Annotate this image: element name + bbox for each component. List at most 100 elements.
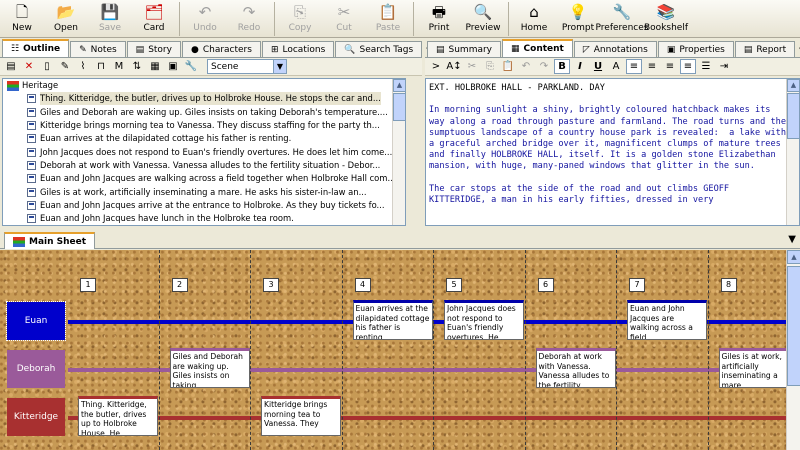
timeline-icon[interactable]: ⊓ [93, 59, 109, 74]
outline-item[interactable]: Euan and John Jacques have lunch in the … [3, 212, 405, 225]
cut-icon[interactable]: ✂ [464, 59, 480, 74]
outline-item[interactable]: John Jacques does not respond to Euan's … [3, 145, 405, 158]
scene-card[interactable]: John Jacques does not respond to Euan's … [444, 300, 524, 340]
scroll-thumb[interactable] [787, 93, 799, 139]
cut-button[interactable]: ✂ Cut [322, 0, 366, 38]
home-button[interactable]: ⌂ Home [512, 0, 556, 38]
card-button[interactable]: 🗂 Card [132, 0, 176, 38]
tab-main-sheet[interactable]: Main Sheet [4, 232, 96, 249]
outline-item[interactable]: Giles is at work, artificially inseminat… [3, 185, 405, 198]
scene-document-icon [27, 107, 36, 117]
justify-icon[interactable]: ≡ [680, 59, 696, 74]
redo-icon[interactable]: ↷ [536, 59, 552, 74]
outline-item[interactable]: Deborah at work with Vanessa. Vanessa al… [3, 159, 405, 172]
mark-icon[interactable]: M [111, 59, 127, 74]
redo-button[interactable]: ↷ Redo [227, 0, 271, 38]
new-scene-icon[interactable]: ▯ [39, 59, 55, 74]
outline-item[interactable]: Kitteridge brings morning tea to Vanessa… [3, 119, 405, 132]
outline-item[interactable]: Euan arrives at the dilapidated cottage … [3, 132, 405, 145]
scene-card[interactable]: Giles and Deborah are waking up. Giles i… [169, 348, 250, 388]
scene-card[interactable]: Euan arrives at the dilapidated cottage … [352, 300, 433, 340]
tab-report[interactable]: ▤ Report [734, 41, 796, 57]
wrench-icon[interactable]: 🔧 [183, 59, 199, 74]
outline-item[interactable]: Thing. Kitteridge, the butler, drives up… [3, 92, 405, 106]
tab-annotations[interactable]: ◸ Annotations [573, 41, 657, 57]
outline-item[interactable]: Euan and John Jacques are walking across… [3, 172, 405, 185]
paste-icon[interactable]: 📋 [500, 59, 516, 74]
scene-card[interactable]: Kitteridge brings morning tea to Vanessa… [261, 396, 341, 436]
copy-icon: ⎘ [293, 3, 306, 21]
column-number: 5 [446, 278, 462, 292]
scene-filter-select[interactable]: Scene ▼ [207, 59, 287, 74]
prompt-button[interactable]: 💡 Prompt [556, 0, 600, 38]
outline-item[interactable]: Euan and John Jacques arrive at the entr… [3, 199, 405, 212]
scroll-up-icon[interactable]: ▲ [393, 79, 405, 92]
scroll-thumb[interactable] [787, 266, 800, 386]
prompt-arrow-icon[interactable]: > [428, 59, 444, 74]
tab-properties[interactable]: ▣ Properties [657, 41, 734, 57]
scroll-thumb[interactable] [393, 93, 405, 121]
tab-story[interactable]: ▤ Story [126, 41, 181, 57]
character-timeline [68, 416, 786, 420]
outline-scrollbar[interactable]: ▲ [392, 79, 405, 225]
save-button[interactable]: 💾 Save [88, 0, 132, 38]
indent-icon[interactable]: ⇥ [716, 59, 732, 74]
chevron-down-icon[interactable]: ▼ [273, 60, 286, 73]
preview-button[interactable]: 🔍 Preview [461, 0, 505, 38]
house-icon: ⌂ [529, 3, 539, 21]
copy-button[interactable]: ⎘ Copy [278, 0, 322, 38]
board-scrollbar[interactable]: ▲ [786, 250, 800, 450]
scene-card[interactable]: Giles is at work, artificially inseminat… [718, 348, 786, 388]
color-grid-icon[interactable]: ▦ [147, 59, 163, 74]
italic-icon[interactable]: I [572, 59, 588, 74]
tab-notes[interactable]: ✎ Notes [70, 41, 126, 57]
tab-outline[interactable]: ☷ Outline [2, 39, 70, 57]
scroll-up-icon[interactable]: ▲ [787, 79, 799, 92]
scene-card[interactable]: Deborah at work with Vanessa. Vanessa al… [535, 348, 616, 388]
bookshelf-button[interactable]: 📚 Bookshelf [644, 0, 688, 38]
corkboard[interactable]: 1 2 3 4 5 6 7 8 Euan Deborah Kitteridge Euan arrive… [0, 250, 786, 450]
content-scrollbar[interactable]: ▲ [786, 79, 799, 225]
undo-icon[interactable]: ↶ [518, 59, 534, 74]
bold-icon[interactable]: B [554, 59, 570, 74]
strike-icon[interactable]: A [608, 59, 624, 74]
tab-content[interactable]: ▦ Content [502, 39, 573, 57]
underline-icon[interactable]: U [590, 59, 606, 74]
preferences-button[interactable]: 🔧 Preferences [596, 0, 649, 38]
content-editor[interactable]: EXT. HOLBROKE HALL - PARKLAND. DAY In mo… [425, 78, 800, 226]
sort-icon[interactable]: ⇅ [129, 59, 145, 74]
chevron-down-icon[interactable]: ▼ [788, 234, 796, 245]
outline-item-text: Euan arrives at the dilapidated cottage … [40, 133, 292, 144]
character-euan[interactable]: Euan [6, 301, 66, 341]
list-icon[interactable]: ☰ [698, 59, 714, 74]
attach-icon[interactable]: ⌇ [75, 59, 91, 74]
scene-card[interactable]: Thing. Kitteridge, the butler, drives up… [78, 396, 158, 436]
align-center-icon[interactable]: ≡ [644, 59, 660, 74]
outline-item[interactable]: Giles and Deborah are waking up. Giles i… [3, 106, 405, 119]
tab-summary[interactable]: ▤ Summary [427, 41, 502, 57]
copy-icon[interactable]: ⎘ [482, 59, 498, 74]
filter-icon[interactable]: ▣ [165, 59, 181, 74]
scene-card[interactable]: Euan and John Jacques are walking across… [627, 300, 707, 340]
undo-button[interactable]: ↶ Undo [183, 0, 227, 38]
heritage-icon[interactable]: ▤ [3, 59, 19, 74]
font-size-icon[interactable]: A↕ [446, 59, 462, 74]
tab-search-tags[interactable]: 🔍 Search Tags [335, 41, 423, 57]
character-deborah[interactable]: Deborah [7, 350, 65, 388]
edit-scene-icon[interactable]: ✎ [57, 59, 73, 74]
align-left-icon[interactable]: ≡ [626, 59, 642, 74]
tab-locations[interactable]: ⊞ Locations [261, 41, 335, 57]
tab-characters[interactable]: ● Characters [181, 41, 261, 57]
new-button[interactable]: 🗋 New [0, 0, 44, 38]
print-button[interactable]: 🖶 Print [417, 0, 461, 38]
outline-root[interactable]: Heritage [3, 79, 405, 92]
outline-item-text: Kitteridge brings morning tea to Vanessa… [40, 120, 380, 131]
delete-icon[interactable]: ✕ [21, 59, 37, 74]
paste-button[interactable]: 📋 Paste [366, 0, 410, 38]
outline-tree[interactable]: Heritage Thing. Kitteridge, the butler, … [2, 78, 406, 226]
chevron-down-icon[interactable]: ▼ [796, 46, 800, 57]
scroll-up-icon[interactable]: ▲ [787, 250, 800, 264]
character-kitteridge[interactable]: Kitteridge [7, 398, 65, 436]
align-right-icon[interactable]: ≡ [662, 59, 678, 74]
open-button[interactable]: 📂 Open [44, 0, 88, 38]
